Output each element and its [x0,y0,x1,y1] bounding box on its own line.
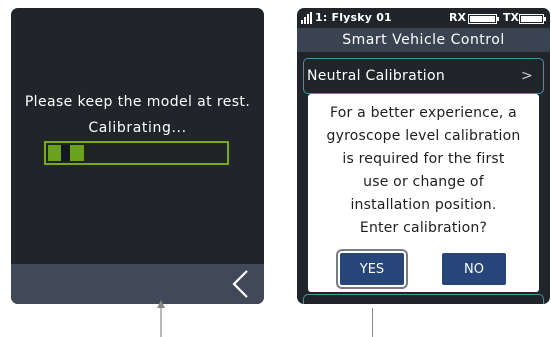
dialog-line: is required for the first [342,151,505,167]
dialog-line: gyroscope level calibration [326,128,521,144]
back-button[interactable] [226,269,256,299]
status-bar: 1: Flysky 01 RX TX [297,8,550,28]
menu-item-neutral-calibration[interactable]: Neutral Calibration > [303,58,544,94]
rx-label: RX [449,11,466,24]
tx-label: TX [503,11,519,24]
dialog-line: Enter calibration? [359,220,488,236]
dialog-message: For a better experience, a gyroscope lev… [308,102,539,240]
no-button[interactable]: NO [442,253,506,285]
dialog-line: installation position. [350,197,497,213]
calibration-dialog: For a better experience, a gyroscope lev… [308,94,539,292]
page-title: Smart Vehicle Control [297,28,550,52]
calibrating-status: Calibrating... [88,120,187,136]
bottom-bar [11,264,264,304]
rx-battery-icon [468,14,499,24]
callout-line [372,308,373,337]
rest-instruction: Please keep the model at rest. [24,94,251,110]
tx-battery-icon [519,14,546,24]
menu-item-label: Neutral Calibration [307,68,445,84]
callout-arrow-icon [157,300,165,337]
dialog-line: For a better experience, a [330,105,517,121]
yes-button[interactable]: YES [336,249,408,289]
chevron-left-icon [232,270,248,298]
progress-marker [61,145,70,161]
calibrating-screen: Please keep the model at rest. Calibrati… [11,8,264,304]
model-name: 1: Flysky 01 [315,11,392,24]
chevron-right-icon: > [520,68,533,84]
signal-strength-icon [301,12,312,24]
calibration-progress-bar [44,141,229,165]
dialog-line: use or change of [363,174,484,190]
smart-vehicle-control-screen: 1: Flysky 01 RX TX Smart Vehicle Control… [297,8,550,304]
menu-item-next[interactable] [303,294,544,304]
